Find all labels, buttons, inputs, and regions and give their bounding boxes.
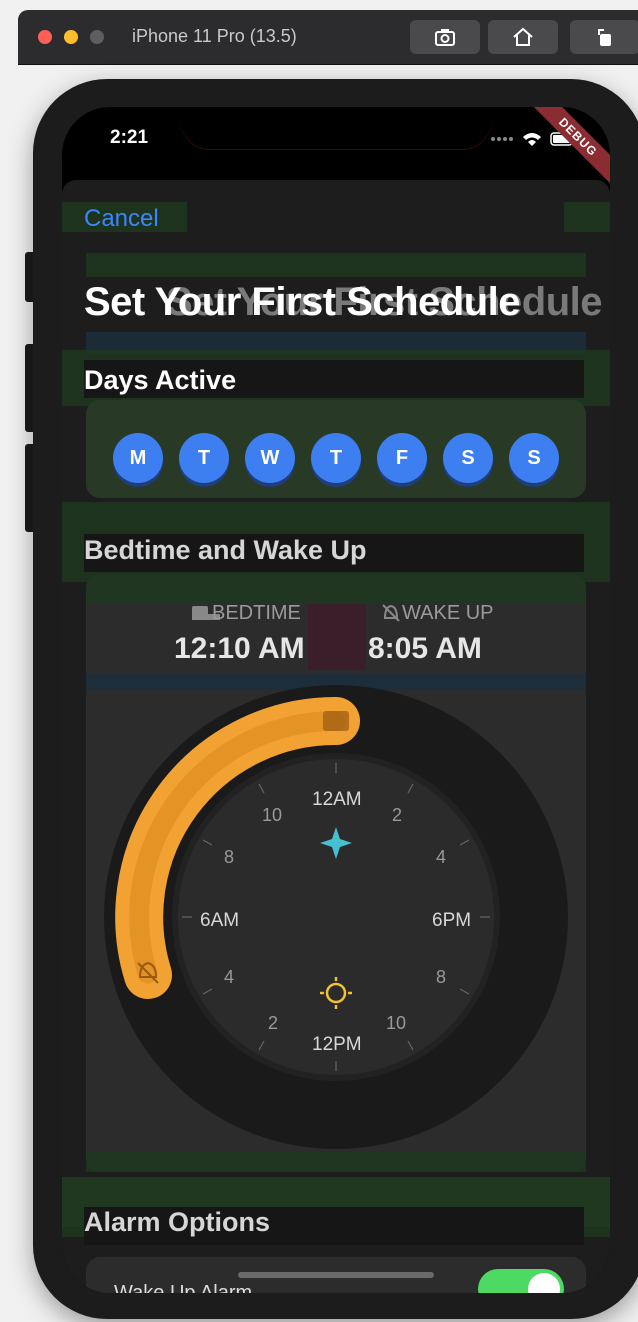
sheet-stack-edge [86, 237, 586, 247]
days-active-heading: Days Active [84, 365, 237, 395]
dial-number: 10 [262, 805, 283, 825]
wifi-icon [523, 133, 541, 146]
minimize-window-button[interactable] [64, 30, 78, 44]
bedtime-label: BEDTIME [212, 602, 301, 624]
bedtime-handle-icon[interactable] [323, 711, 349, 731]
home-icon [513, 27, 533, 46]
alarm-options-heading: Alarm Options [84, 1207, 271, 1237]
dial-number: 2 [392, 805, 403, 825]
dial-number: 4 [224, 967, 235, 987]
debug-overlay [86, 253, 586, 277]
debug-overlay [308, 604, 366, 670]
zoom-window-button[interactable] [90, 30, 104, 44]
wake-alarm-label: Wake Up Alarm [114, 1282, 253, 1293]
day-button-wednesday[interactable]: W [245, 433, 295, 483]
notch [180, 107, 492, 149]
dial-label-top: 12AM [312, 789, 362, 810]
signal-icon [491, 137, 513, 141]
day-button-monday[interactable]: M [113, 433, 163, 483]
alarm-off-icon [382, 604, 400, 622]
rotate-button[interactable] [570, 20, 638, 54]
phone-screen: DEBUG 2:21 Cancel Set Your First Schedul… [62, 107, 610, 1293]
bedtime-heading: Bedtime and Wake Up [84, 535, 367, 565]
home-button[interactable] [488, 20, 558, 54]
day-button-thursday[interactable]: T [311, 433, 361, 483]
sleep-dial[interactable] [104, 685, 568, 1149]
toggle-knob [528, 1273, 560, 1293]
debug-overlay [86, 574, 586, 604]
debug-overlay [564, 202, 610, 232]
simulator-title: iPhone 11 Pro (13.5) [132, 26, 297, 46]
dial-number: 10 [386, 1013, 407, 1033]
screenshot-button[interactable] [410, 20, 480, 54]
debug-overlay [86, 1152, 586, 1172]
wake-label: WAKE UP [402, 602, 494, 624]
dial-label-left: 6AM [200, 910, 240, 931]
status-time: 2:21 [110, 127, 149, 148]
dial-number: 2 [268, 1013, 279, 1033]
close-window-button[interactable] [38, 30, 52, 44]
dial-label-right: 6PM [432, 910, 472, 931]
simulator-toolbar: iPhone 11 Pro (13.5) [18, 10, 638, 64]
dial-number: 8 [224, 847, 235, 867]
home-indicator [238, 1272, 434, 1278]
rotate-icon [598, 29, 611, 46]
dial-number: 8 [436, 967, 447, 987]
day-button-friday[interactable]: F [377, 433, 427, 483]
camera-icon [435, 29, 455, 46]
bedtime-value: 12:10 AM [174, 632, 305, 665]
day-button-sunday[interactable]: S [509, 433, 559, 483]
day-button-saturday[interactable]: S [443, 433, 493, 483]
wake-value: 8:05 AM [368, 632, 482, 665]
day-button-tuesday[interactable]: T [179, 433, 229, 483]
dial-number: 4 [436, 847, 447, 867]
day-selector: M T W T F S S [86, 423, 586, 493]
page-title: Set Your First Schedule [84, 280, 521, 324]
wake-alarm-toggle[interactable] [478, 1269, 564, 1293]
dial-label-bottom: 12PM [312, 1034, 362, 1055]
cancel-button[interactable]: Cancel [84, 205, 159, 233]
